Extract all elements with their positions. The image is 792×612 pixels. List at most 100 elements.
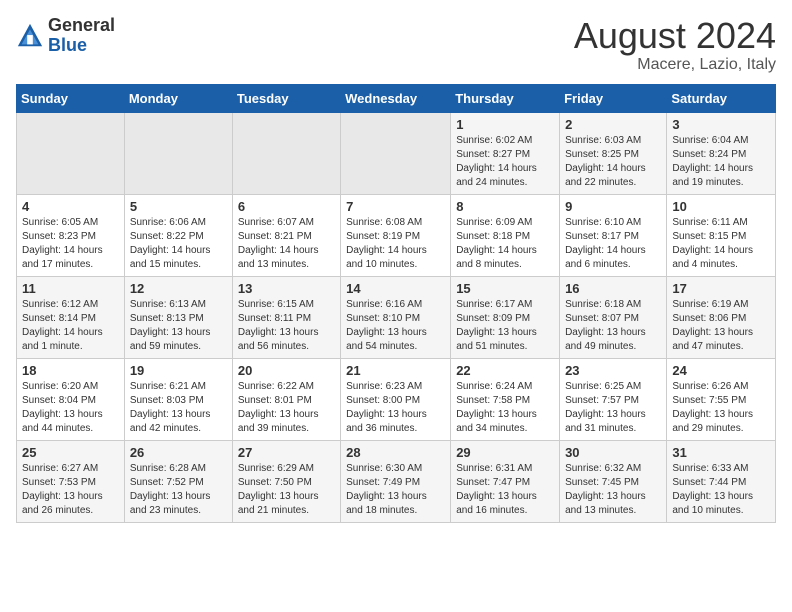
day-number: 17 (672, 281, 770, 296)
calendar-title: August 2024 (574, 16, 776, 56)
day-number: 6 (238, 199, 335, 214)
logo-icon (16, 22, 44, 50)
calendar-cell: 3Sunrise: 6:04 AMSunset: 8:24 PMDaylight… (667, 112, 776, 194)
day-info: Sunrise: 6:28 AMSunset: 7:52 PMDaylight:… (130, 462, 227, 518)
day-number: 28 (346, 445, 445, 460)
day-number: 15 (456, 281, 554, 296)
calendar-cell: 11Sunrise: 6:12 AMSunset: 8:14 PMDayligh… (17, 276, 125, 358)
day-number: 23 (565, 363, 661, 378)
day-number: 9 (565, 199, 661, 214)
day-number: 27 (238, 445, 335, 460)
day-number: 22 (456, 363, 554, 378)
calendar-cell: 10Sunrise: 6:11 AMSunset: 8:15 PMDayligh… (667, 194, 776, 276)
day-info: Sunrise: 6:22 AMSunset: 8:01 PMDaylight:… (238, 380, 335, 436)
calendar-subtitle: Macere, Lazio, Italy (574, 56, 776, 74)
logo-general: General (48, 15, 115, 35)
day-info: Sunrise: 6:24 AMSunset: 7:58 PMDaylight:… (456, 380, 554, 436)
day-info: Sunrise: 6:29 AMSunset: 7:50 PMDaylight:… (238, 462, 335, 518)
calendar-week-row: 4 Sunrise: 6:05 AMSunset: 8:23 PMDaylight… (17, 194, 776, 276)
calendar-cell: 16 Sunrise: 6:18 AMSunset: 8:07 PMDayligh… (560, 276, 667, 358)
calendar-cell: 7 Sunrise: 6:08 AMSunset: 8:19 PMDaylight… (341, 194, 451, 276)
day-info: Sunrise: 6:10 AMSunset: 8:17 PMDaylight:… (565, 216, 661, 272)
calendar-cell: 30 Sunrise: 6:32 AMSunset: 7:45 PMDayligh… (560, 440, 667, 522)
calendar-table: SundayMondayTuesdayWednesdayThursdayFrid… (16, 84, 776, 523)
day-number: 11 (22, 281, 119, 296)
calendar-cell (232, 112, 340, 194)
day-info: Sunrise: 6:27 AMSunset: 7:53 PMDaylight:… (22, 462, 119, 518)
day-info: Sunrise: 6:06 AMSunset: 8:22 PMDaylight:… (130, 216, 227, 272)
day-info: Sunrise: 6:19 AMSunset: 8:06 PMDaylight:… (672, 298, 770, 354)
calendar-cell (124, 112, 232, 194)
calendar-cell: 29 Sunrise: 6:31 AMSunset: 7:47 PMDayligh… (451, 440, 560, 522)
day-info: Sunrise: 6:32 AMSunset: 7:45 PMDaylight:… (565, 462, 661, 518)
page-header: General Blue August 2024 Macere, Lazio, … (16, 16, 776, 74)
day-info: Sunrise: 6:18 AMSunset: 8:07 PMDaylight:… (565, 298, 661, 354)
day-number: 1 (456, 117, 554, 132)
calendar-header-row: SundayMondayTuesdayWednesdayThursdayFrid… (17, 84, 776, 112)
calendar-cell: 21Sunrise: 6:23 AMSunset: 8:00 PMDayligh… (341, 358, 451, 440)
day-number: 14 (346, 281, 445, 296)
day-number: 7 (346, 199, 445, 214)
calendar-cell: 19 Sunrise: 6:21 AMSunset: 8:03 PMDayligh… (124, 358, 232, 440)
day-info: Sunrise: 6:07 AMSunset: 8:21 PMDaylight:… (238, 216, 335, 272)
day-number: 25 (22, 445, 119, 460)
day-header-tuesday: Tuesday (232, 84, 340, 112)
day-info: Sunrise: 6:08 AMSunset: 8:19 PMDaylight:… (346, 216, 445, 272)
day-header-thursday: Thursday (451, 84, 560, 112)
calendar-week-row: 25 Sunrise: 6:27 AMSunset: 7:53 PMDayligh… (17, 440, 776, 522)
day-info: Sunrise: 6:23 AMSunset: 8:00 PMDaylight:… (346, 380, 445, 436)
day-number: 19 (130, 363, 227, 378)
day-header-friday: Friday (560, 84, 667, 112)
day-info: Sunrise: 6:25 AMSunset: 7:57 PMDaylight:… (565, 380, 661, 436)
calendar-cell: 12Sunrise: 6:13 AMSunset: 8:13 PMDayligh… (124, 276, 232, 358)
calendar-week-row: 11Sunrise: 6:12 AMSunset: 8:14 PMDayligh… (17, 276, 776, 358)
day-number: 26 (130, 445, 227, 460)
calendar-cell: 23 Sunrise: 6:25 AMSunset: 7:57 PMDayligh… (560, 358, 667, 440)
calendar-cell (341, 112, 451, 194)
day-info: Sunrise: 6:30 AMSunset: 7:49 PMDaylight:… (346, 462, 445, 518)
day-info: Sunrise: 6:33 AMSunset: 7:44 PMDaylight:… (672, 462, 770, 518)
calendar-week-row: 18Sunrise: 6:20 AMSunset: 8:04 PMDayligh… (17, 358, 776, 440)
day-info: Sunrise: 6:26 AMSunset: 7:55 PMDaylight:… (672, 380, 770, 436)
day-header-sunday: Sunday (17, 84, 125, 112)
calendar-cell: 8Sunrise: 6:09 AMSunset: 8:18 PMDaylight… (451, 194, 560, 276)
day-info: Sunrise: 6:20 AMSunset: 8:04 PMDaylight:… (22, 380, 119, 436)
day-header-wednesday: Wednesday (341, 84, 451, 112)
day-info: Sunrise: 6:17 AMSunset: 8:09 PMDaylight:… (456, 298, 554, 354)
day-number: 5 (130, 199, 227, 214)
day-number: 4 (22, 199, 119, 214)
logo: General Blue (16, 16, 115, 56)
day-number: 31 (672, 445, 770, 460)
day-number: 12 (130, 281, 227, 296)
day-number: 30 (565, 445, 661, 460)
calendar-cell: 20 Sunrise: 6:22 AMSunset: 8:01 PMDayligh… (232, 358, 340, 440)
calendar-cell: 2 Sunrise: 6:03 AMSunset: 8:25 PMDaylight… (560, 112, 667, 194)
day-info: Sunrise: 6:31 AMSunset: 7:47 PMDaylight:… (456, 462, 554, 518)
day-info: Sunrise: 6:05 AMSunset: 8:23 PMDaylight:… (22, 216, 119, 272)
day-info: Sunrise: 6:21 AMSunset: 8:03 PMDaylight:… (130, 380, 227, 436)
day-header-saturday: Saturday (667, 84, 776, 112)
day-number: 10 (672, 199, 770, 214)
day-info: Sunrise: 6:09 AMSunset: 8:18 PMDaylight:… (456, 216, 554, 272)
calendar-cell: 31 Sunrise: 6:33 AMSunset: 7:44 PMDayligh… (667, 440, 776, 522)
calendar-cell: 18Sunrise: 6:20 AMSunset: 8:04 PMDayligh… (17, 358, 125, 440)
logo-blue: Blue (48, 35, 87, 55)
calendar-cell: 28 Sunrise: 6:30 AMSunset: 7:49 PMDayligh… (341, 440, 451, 522)
calendar-cell: 17 Sunrise: 6:19 AMSunset: 8:06 PMDayligh… (667, 276, 776, 358)
day-number: 20 (238, 363, 335, 378)
day-info: Sunrise: 6:15 AMSunset: 8:11 PMDaylight:… (238, 298, 335, 354)
calendar-week-row: 1Sunrise: 6:02 AMSunset: 8:27 PMDaylight… (17, 112, 776, 194)
logo-text: General Blue (48, 16, 115, 56)
calendar-cell: 24 Sunrise: 6:26 AMSunset: 7:55 PMDayligh… (667, 358, 776, 440)
day-header-monday: Monday (124, 84, 232, 112)
day-number: 29 (456, 445, 554, 460)
calendar-cell: 15 Sunrise: 6:17 AMSunset: 8:09 PMDayligh… (451, 276, 560, 358)
day-number: 2 (565, 117, 661, 132)
day-number: 16 (565, 281, 661, 296)
day-number: 24 (672, 363, 770, 378)
calendar-cell: 1Sunrise: 6:02 AMSunset: 8:27 PMDaylight… (451, 112, 560, 194)
calendar-cell: 9 Sunrise: 6:10 AMSunset: 8:17 PMDaylight… (560, 194, 667, 276)
day-info: Sunrise: 6:03 AMSunset: 8:25 PMDaylight:… (565, 134, 661, 190)
day-number: 13 (238, 281, 335, 296)
calendar-cell (17, 112, 125, 194)
